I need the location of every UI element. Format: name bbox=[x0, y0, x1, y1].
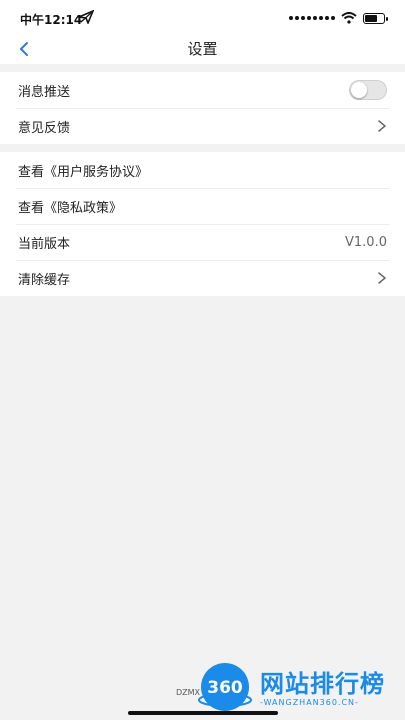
row-label: 查看《用户服务协议》 bbox=[18, 164, 149, 180]
chevron-right-icon bbox=[378, 272, 386, 284]
location-arrow-icon bbox=[78, 10, 94, 24]
watermark-logo-text: 360 bbox=[207, 678, 243, 698]
chevron-right-icon bbox=[378, 120, 386, 132]
settings-row-version: 当前版本 V1.0.0 bbox=[0, 224, 405, 260]
watermark-logo: 360 bbox=[198, 663, 252, 711]
row-label: 消息推送 bbox=[18, 84, 71, 100]
settings-row-clear-cache[interactable]: 清除缓存 bbox=[0, 260, 405, 296]
row-label: 意见反馈 bbox=[18, 120, 71, 136]
wifi-icon bbox=[341, 12, 357, 24]
toggle-knob bbox=[351, 82, 367, 98]
version-value: V1.0.0 bbox=[345, 234, 387, 250]
watermark-subtitle: -WANGZHAN360.CN- bbox=[260, 698, 359, 707]
status-icons bbox=[289, 11, 388, 25]
settings-row-privacy-policy[interactable]: 查看《隐私政策》 bbox=[0, 188, 405, 224]
status-time: 中午12:14 bbox=[20, 13, 83, 27]
settings-row-feedback[interactable]: 意见反馈 bbox=[0, 108, 405, 144]
page-title: 设置 bbox=[187, 40, 218, 58]
settings-group-2: 查看《用户服务协议》 查看《隐私政策》 当前版本 V1.0.0 清除缓存 bbox=[0, 152, 405, 296]
signal-dots-icon bbox=[289, 16, 335, 20]
settings-row-push[interactable]: 消息推送 bbox=[0, 72, 405, 108]
nav-bar: 设置 bbox=[0, 34, 405, 64]
push-notification-toggle[interactable] bbox=[349, 80, 387, 100]
row-label: 查看《隐私政策》 bbox=[18, 200, 123, 216]
home-indicator[interactable] bbox=[128, 711, 278, 715]
watermark: 360 网站排行榜 -WANGZHAN360.CN- bbox=[198, 658, 398, 718]
footer-text: DZMX bbox=[176, 688, 201, 697]
row-label: 当前版本 bbox=[18, 236, 71, 252]
settings-row-user-agreement[interactable]: 查看《用户服务协议》 bbox=[0, 152, 405, 188]
settings-group-1: 消息推送 意见反馈 bbox=[0, 72, 405, 144]
battery-icon bbox=[363, 12, 388, 24]
status-bar: 中午12:14 bbox=[0, 0, 405, 34]
row-label: 清除缓存 bbox=[18, 272, 71, 288]
watermark-title: 网站排行榜 bbox=[260, 670, 385, 698]
